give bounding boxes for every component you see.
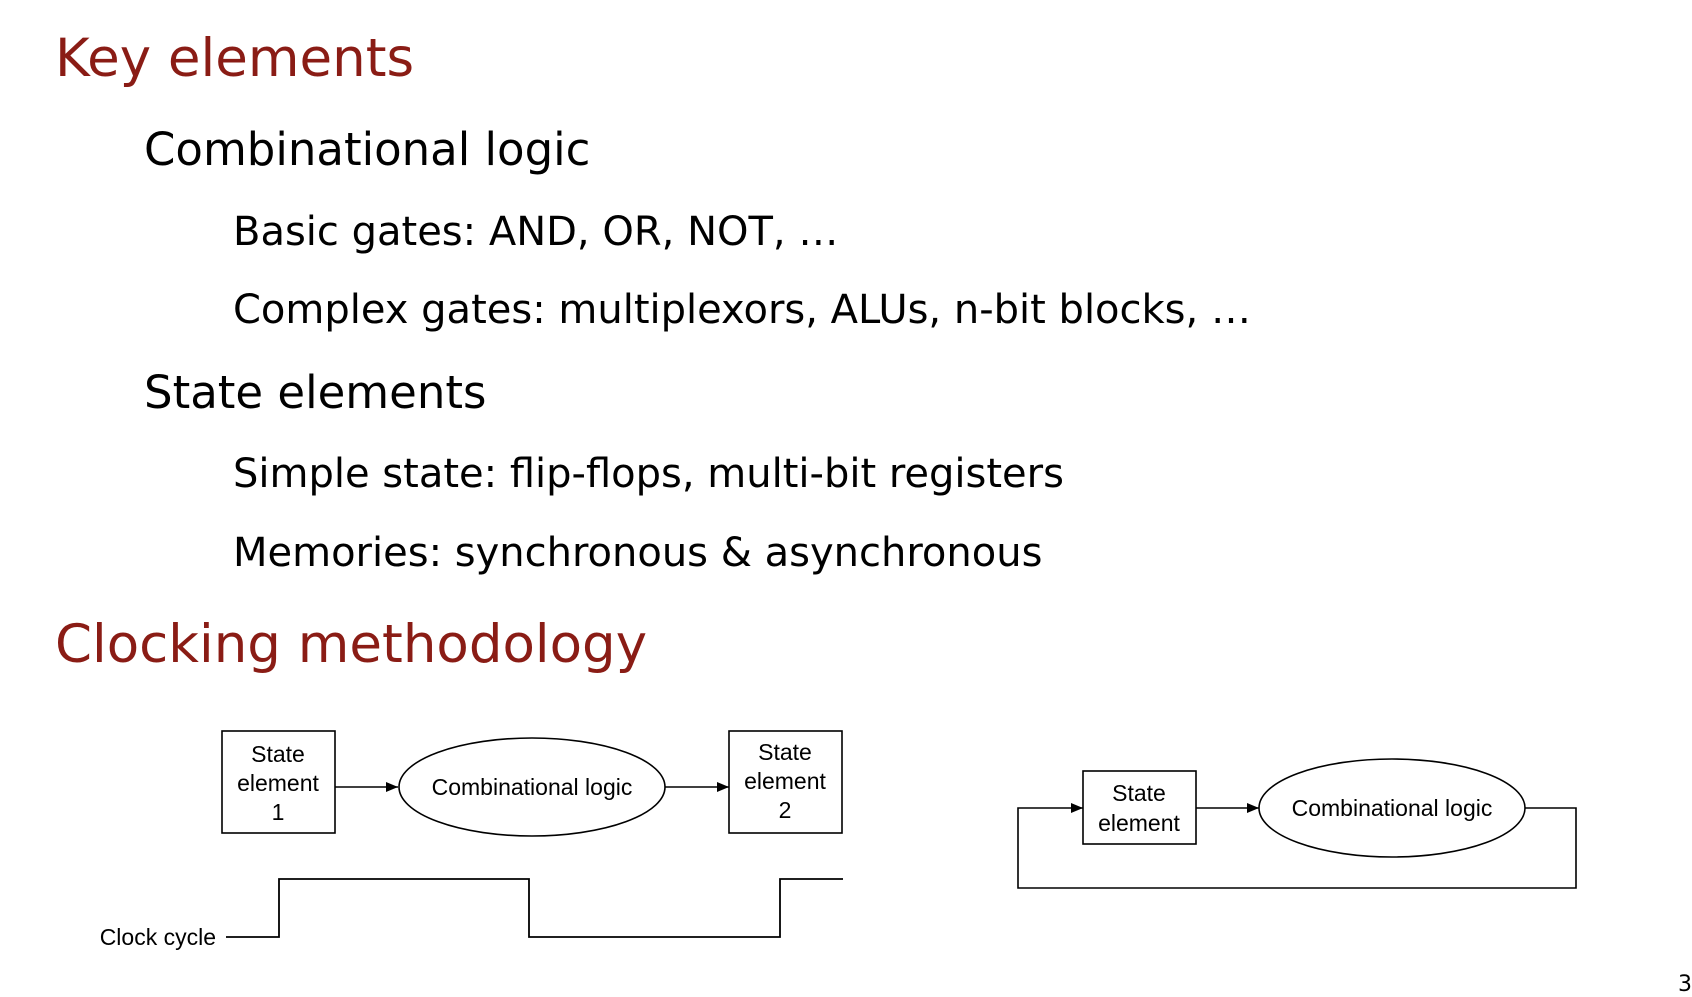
clocking-diagrams: State element 1 Combinational logic Stat…	[100, 730, 1577, 950]
left-diagram: State element 1 Combinational logic Stat…	[100, 730, 843, 950]
clock-waveform	[226, 878, 843, 938]
state-element-1-line3: 1	[272, 799, 285, 825]
state-element-line2: element	[1098, 810, 1180, 836]
state-element-2-line3: 2	[779, 797, 792, 823]
combinational-logic-label: Combinational logic	[432, 774, 633, 800]
state-element-2-line1: State	[758, 739, 812, 765]
combinational-logic-label-right: Combinational logic	[1292, 795, 1493, 821]
right-diagram: State element Combinational logic	[1017, 758, 1577, 889]
slide: Key elements Combinational logic Basic g…	[0, 0, 1692, 997]
page-number: 3	[1678, 972, 1692, 997]
state-element-line1: State	[1112, 780, 1166, 806]
state-element-1-line1: State	[251, 741, 305, 767]
clock-cycle-label: Clock cycle	[100, 924, 216, 950]
state-element-1-line2: element	[237, 770, 319, 796]
state-element-2-line2: element	[744, 768, 826, 794]
